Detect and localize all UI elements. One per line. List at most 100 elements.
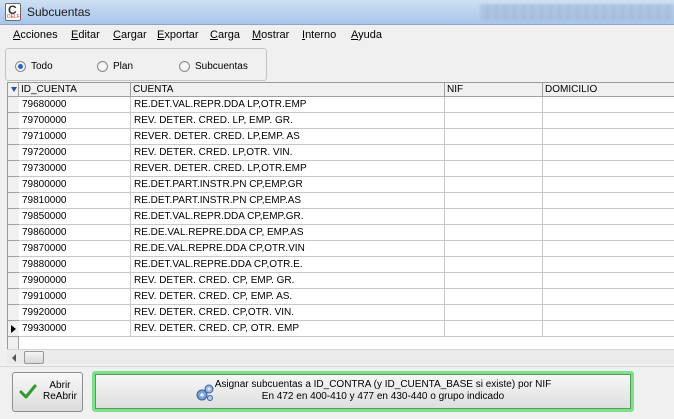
cell-domicilio[interactable] [543, 193, 674, 209]
cell-nif[interactable] [445, 321, 543, 337]
radio-todo-dot[interactable] [15, 61, 26, 72]
cell-nif[interactable] [445, 97, 543, 113]
cell-nif[interactable] [445, 113, 543, 129]
row-selector[interactable] [8, 129, 19, 145]
cell-nif[interactable] [445, 177, 543, 193]
cell-nif[interactable] [445, 145, 543, 161]
cell-id-cuenta[interactable]: 79910000 [19, 289, 131, 305]
cell-nif[interactable] [445, 241, 543, 257]
row-selector[interactable] [8, 225, 19, 241]
scroll-left-button[interactable] [8, 351, 22, 364]
cell-cuenta[interactable]: RE.DET.VAL.REPR.DDA LP,OTR.EMP [131, 97, 445, 113]
horizontal-scrollbar[interactable] [7, 349, 674, 364]
row-selector[interactable] [8, 161, 19, 177]
cell-id-cuenta[interactable]: 79700000 [19, 113, 131, 129]
cell-id-cuenta[interactable]: 79810000 [19, 193, 131, 209]
radio-subcuentas-dot[interactable] [179, 61, 190, 72]
row-selector[interactable] [8, 145, 19, 161]
menu-mostrar[interactable]: Mostrar [252, 29, 289, 41]
cell-domicilio[interactable] [543, 113, 674, 129]
cell-id-cuenta[interactable]: 79880000 [19, 257, 131, 273]
cell-cuenta[interactable]: RE.DE.VAL.REPRE.DDA CP,OTR.VIN [131, 241, 445, 257]
cell-cuenta[interactable]: RE.DET.VAL.REPR.DDA CP,EMP.GR. [131, 209, 445, 225]
cell-domicilio[interactable] [543, 305, 674, 321]
cell-cuenta[interactable]: REV. DETER. CRED. CP, OTR. EMP [131, 321, 445, 337]
cell-domicilio[interactable] [543, 145, 674, 161]
cell-nif[interactable] [445, 305, 543, 321]
table-row[interactable]: 79910000 REV. DETER. CRED. CP, EMP. AS. [8, 289, 674, 305]
cell-id-cuenta[interactable]: 79870000 [19, 241, 131, 257]
cell-domicilio[interactable] [543, 97, 674, 113]
app-icon[interactable]: C DELFI [5, 3, 21, 21]
row-selector[interactable] [8, 305, 19, 321]
column-header-id-cuenta[interactable]: ID_CUENTA [19, 83, 131, 97]
row-selector[interactable] [8, 321, 19, 337]
table-row[interactable]: 79720000 REV. DETER. CRED. LP,OTR. VIN. [8, 145, 674, 161]
row-selector[interactable] [8, 257, 19, 273]
cell-nif[interactable] [445, 289, 543, 305]
cell-id-cuenta[interactable]: 79680000 [19, 97, 131, 113]
cell-cuenta[interactable]: REVER. DETER. CRED. LP,EMP. AS [131, 129, 445, 145]
row-selector[interactable] [8, 273, 19, 289]
cell-id-cuenta[interactable]: 79800000 [19, 177, 131, 193]
table-row[interactable]: 79730000 REVER. DETER. CRED. LP,OTR.EMP [8, 161, 674, 177]
table-row[interactable]: 79930000 REV. DETER. CRED. CP, OTR. EMP [8, 321, 674, 337]
table-row[interactable]: 79870000 RE.DE.VAL.REPRE.DDA CP,OTR.VIN [8, 241, 674, 257]
accounts-grid[interactable]: ID_CUENTA CUENTA NIF DOMICILIO 79680000 R… [7, 82, 674, 349]
menu-exportar[interactable]: Exportar [157, 29, 199, 41]
cell-domicilio[interactable] [543, 289, 674, 305]
row-selector[interactable] [8, 289, 19, 305]
row-selector[interactable] [8, 177, 19, 193]
cell-id-cuenta[interactable]: 79720000 [19, 145, 131, 161]
row-selector[interactable] [8, 113, 19, 129]
sort-indicator-cell[interactable] [8, 83, 19, 97]
cell-id-cuenta[interactable]: 79730000 [19, 161, 131, 177]
cell-domicilio[interactable] [543, 161, 674, 177]
cell-cuenta[interactable]: REV. DETER. CRED. CP, EMP. AS. [131, 289, 445, 305]
cell-nif[interactable] [445, 209, 543, 225]
cell-cuenta[interactable]: REVER. DETER. CRED. LP,OTR.EMP [131, 161, 445, 177]
row-selector[interactable] [8, 97, 19, 113]
menu-editar[interactable]: Editar [71, 29, 100, 41]
cell-cuenta[interactable]: REV. DETER. CRED. LP,OTR. VIN. [131, 145, 445, 161]
cell-id-cuenta[interactable]: 79850000 [19, 209, 131, 225]
table-row[interactable]: 79700000 REV. DETER. CRED. LP, EMP. GR. [8, 113, 674, 129]
menu-ayuda[interactable]: Ayuda [351, 29, 382, 41]
menu-interno[interactable]: Interno [302, 29, 336, 41]
cell-domicilio[interactable] [543, 257, 674, 273]
column-header-cuenta[interactable]: CUENTA [131, 83, 445, 97]
cell-nif[interactable] [445, 161, 543, 177]
table-row[interactable]: 79850000 RE.DET.VAL.REPR.DDA CP,EMP.GR. [8, 209, 674, 225]
cell-nif[interactable] [445, 193, 543, 209]
cell-domicilio[interactable] [543, 225, 674, 241]
menu-acciones[interactable]: Acciones [13, 29, 58, 41]
asignar-subcuentas-button[interactable]: Asignar subcuentas a ID_CONTRA (y ID_CUE… [92, 371, 634, 412]
cell-cuenta[interactable]: RE.DET.PART.INSTR.PN CP,EMP.AS [131, 193, 445, 209]
row-selector[interactable] [8, 193, 19, 209]
cell-domicilio[interactable] [543, 241, 674, 257]
cell-cuenta[interactable]: REV. DETER. CRED. CP,OTR. VIN. [131, 305, 445, 321]
table-row[interactable]: 79800000 RE.DET.PART.INSTR.PN CP,EMP.GR [8, 177, 674, 193]
cell-domicilio[interactable] [543, 321, 674, 337]
cell-cuenta[interactable]: REV. DETER. CRED. LP, EMP. GR. [131, 113, 445, 129]
cell-domicilio[interactable] [543, 273, 674, 289]
cell-cuenta[interactable]: RE.DET.PART.INSTR.PN CP,EMP.GR [131, 177, 445, 193]
radio-subcuentas[interactable]: Subcuentas [179, 61, 248, 72]
column-header-nif[interactable]: NIF [445, 83, 543, 97]
cell-id-cuenta[interactable]: 79900000 [19, 273, 131, 289]
radio-todo[interactable]: Todo [15, 61, 53, 72]
cell-nif[interactable] [445, 273, 543, 289]
radio-plan-dot[interactable] [97, 61, 108, 72]
radio-plan[interactable]: Plan [97, 61, 133, 72]
table-row[interactable]: 79900000 REV. DETER. CRED. CP, EMP. GR. [8, 273, 674, 289]
cell-id-cuenta[interactable]: 79920000 [19, 305, 131, 321]
row-selector[interactable] [8, 241, 19, 257]
cell-domicilio[interactable] [543, 209, 674, 225]
table-row[interactable]: 79860000 RE.DE.VAL.REPRE.DDA CP, EMP.AS [8, 225, 674, 241]
cell-domicilio[interactable] [543, 177, 674, 193]
table-row[interactable]: 79880000 RE.DET.VAL.REPRE.DDA CP,OTR.E. [8, 257, 674, 273]
row-selector[interactable] [8, 209, 19, 225]
cell-nif[interactable] [445, 129, 543, 145]
abrir-reabrir-button[interactable]: Abrir ReAbrir [12, 372, 83, 412]
cell-id-cuenta[interactable]: 79930000 [19, 321, 131, 337]
